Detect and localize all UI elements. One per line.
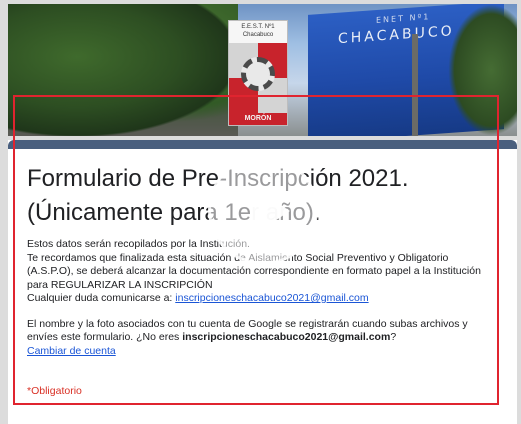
- play-icon: [250, 185, 290, 237]
- gear-icon: [241, 57, 275, 91]
- logo-top-text: E.E.S.T. Nº1 Chacabuco: [229, 21, 287, 45]
- video-frame: ENET Nº1 CHACABUCO E.E.S.T. Nº1 Chacabuc…: [0, 0, 521, 424]
